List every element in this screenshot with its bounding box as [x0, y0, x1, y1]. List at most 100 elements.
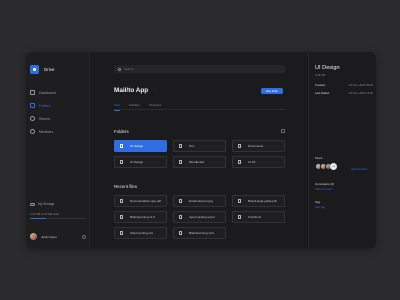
user-profile[interactable]: Justin Ryan [30, 233, 86, 240]
team-avatars: +3 [315, 163, 337, 170]
tag-label: Tag [315, 200, 320, 204]
file-label: Client-sorting.css [130, 231, 154, 235]
folder-label: UI Design [130, 160, 144, 164]
file-tile[interactable]: Functions [232, 211, 285, 223]
storage-title: My Storage [38, 202, 55, 206]
last-edited-value: 23 Nov, 2019 14:30 [348, 91, 373, 95]
last-edited-label: Last Edited [315, 91, 329, 95]
tab-activities[interactable]: Activities [129, 103, 140, 111]
app-window: Drive Dashboard Folders Recent Members M… [26, 52, 376, 248]
folder-tile[interactable]: UI Kit [232, 156, 285, 168]
file-icon [179, 231, 182, 235]
sidebar-item-folders[interactable]: Folders [30, 99, 56, 112]
last-edited-row: Last Edited 23 Nov, 2019 14:30 [315, 91, 373, 95]
add-members-link[interactable]: Add members [351, 168, 368, 171]
clock-icon [30, 116, 35, 121]
file-label: report-testing.excel [189, 215, 215, 219]
add-comment-link[interactable]: Add Comment [315, 188, 332, 191]
created-label: Created [315, 83, 325, 87]
sidebar-item-label: Dashboard [39, 90, 56, 95]
file-label: Brainstorming v1.0 [130, 215, 156, 219]
grid-view-icon[interactable] [281, 129, 285, 133]
new-folder-button[interactable]: New folder [261, 88, 283, 94]
search-bar[interactable] [114, 65, 285, 73]
recent-files-grid: Documentation app.pdf Email-client-ui.jp… [114, 195, 285, 239]
main-content: Mail/to App ··· New folder Files Activit… [90, 52, 308, 248]
folders-grid: UI Design Doc Documents UI Design Moodbo… [114, 140, 285, 168]
tab-files[interactable]: Files [114, 103, 120, 111]
folder-label: UI Design [130, 144, 144, 148]
folder-icon [30, 103, 35, 108]
tabs-divider [114, 109, 285, 110]
details-panel: UI Design 4.26 GB Created 23 Nov, 2019 0… [308, 52, 376, 248]
file-label: Brainstorming v2.0 [189, 231, 215, 235]
file-icon [179, 215, 182, 219]
sidebar: Drive Dashboard Folders Recent Members M… [26, 52, 90, 248]
folder-icon [238, 160, 241, 164]
more-members-badge[interactable]: +3 [330, 163, 337, 170]
file-icon [238, 215, 241, 219]
folder-label: Documents [248, 144, 264, 148]
dashboard-icon [30, 90, 35, 95]
file-tile[interactable]: Email-client-ui.jpg [173, 195, 226, 207]
created-row: Created 23 Nov, 2019 09:45 [315, 83, 373, 87]
sidebar-item-label: Recent [39, 116, 50, 121]
cloud-icon [30, 202, 35, 206]
folders-section-title: Folders [114, 129, 129, 134]
file-tile[interactable]: Brainstorming v1.0 [114, 211, 167, 223]
storage-widget: My Storage 4.24 GB of 15 GB used [30, 202, 86, 220]
tab-info-notes[interactable]: Info/notes [149, 103, 161, 111]
sidebar-item-members[interactable]: Members [30, 125, 56, 138]
more-options-icon[interactable]: ··· [153, 87, 157, 92]
folder-tile[interactable]: Moodboard [173, 156, 226, 168]
file-label: Documentation app.pdf [130, 199, 162, 203]
sidebar-item-dashboard[interactable]: Dashboard [30, 86, 56, 99]
members-icon [30, 129, 35, 134]
folder-icon [179, 160, 182, 164]
file-tile[interactable]: Documentation app.pdf [114, 195, 167, 207]
brand-name: Drive [44, 67, 55, 72]
file-label: Email-client-ui.jpg [189, 199, 213, 203]
folder-tile[interactable]: Documents [232, 140, 285, 152]
folder-label: UI Kit [248, 160, 256, 164]
sidebar-nav: Dashboard Folders Recent Members [30, 86, 56, 138]
folder-tile[interactable]: UI Design [114, 140, 167, 152]
file-tile[interactable]: Client-sorting.css [114, 227, 167, 239]
search-input[interactable] [124, 67, 274, 71]
folder-label: Moodboard [189, 160, 205, 164]
user-name: Justin Ryan [41, 234, 57, 239]
file-icon [120, 215, 123, 219]
gear-icon[interactable] [82, 234, 86, 239]
drive-logo-icon [30, 65, 39, 74]
folder-tile[interactable]: UI Design [114, 156, 167, 168]
file-tile[interactable]: Brand-style-guide.pdf [232, 195, 285, 207]
file-icon [238, 199, 241, 203]
tabs: Files Activities Info/notes [114, 103, 170, 111]
add-tag-link[interactable]: Add Tag [315, 206, 325, 209]
storage-progress-bar [30, 218, 86, 220]
sidebar-item-label: Folders [39, 103, 51, 108]
file-tile[interactable]: report-testing.excel [173, 211, 226, 223]
folder-icon [120, 144, 123, 148]
file-icon [120, 231, 123, 235]
folder-icon [120, 160, 123, 164]
storage-progress-fill [30, 218, 46, 220]
search-icon [118, 67, 121, 71]
avatar [30, 233, 37, 240]
created-value: 23 Nov, 2019 09:45 [348, 83, 373, 87]
recent-files-section-title: Recent files [114, 184, 137, 189]
page-title: Mail/to App [114, 87, 149, 94]
folder-icon [238, 144, 241, 148]
brand[interactable]: Drive [30, 65, 55, 74]
file-label: Functions [248, 215, 262, 219]
folder-tile[interactable]: Doc [173, 140, 226, 152]
folder-icon [179, 144, 182, 148]
sidebar-item-label: Members [39, 129, 54, 134]
comments-label: Comments (4) [315, 182, 335, 186]
storage-usage-text: 4.24 GB of 15 GB used [30, 212, 59, 216]
file-icon [179, 199, 182, 203]
file-tile[interactable]: Brainstorming v2.0 [173, 227, 226, 239]
file-icon [120, 199, 123, 203]
folder-label: Doc [189, 144, 195, 148]
sidebar-item-recent[interactable]: Recent [30, 112, 56, 125]
